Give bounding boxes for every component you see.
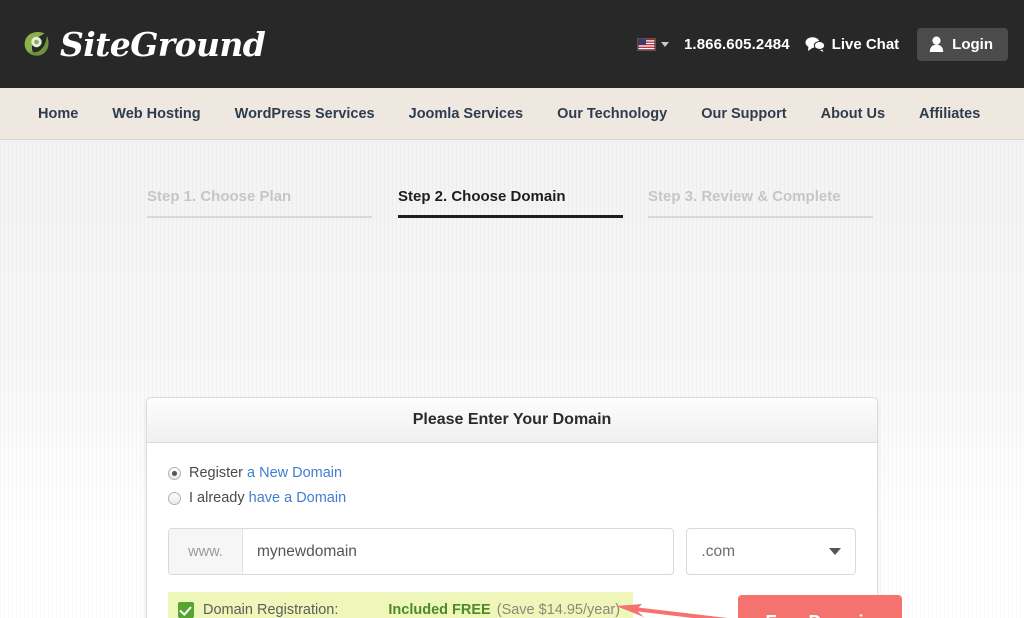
us-flag-icon [636,37,656,51]
nav-item-our-support[interactable]: Our Support [701,106,786,122]
nav-item-about-us[interactable]: About Us [821,106,885,122]
www-prefix-label: www. [169,529,243,574]
tld-selected-value: .com [701,542,735,560]
domain-panel-body: Register a New Domain I already have a D… [147,443,877,618]
nav-item-affiliates[interactable]: Affiliates [919,106,980,122]
live-chat-button[interactable]: Live Chat [805,35,900,53]
login-button[interactable]: Login [917,27,1008,61]
nav-item-web-hosting[interactable]: Web Hosting [112,106,200,122]
domain-input-group: www. [168,528,675,575]
chevron-down-icon [660,41,669,47]
domain-registration-savings: (Save $14.95/year) [496,601,621,618]
siteground-leaf-icon [24,32,49,56]
main-navigation: Home Web Hosting WordPress Services Joom… [0,88,1024,140]
option-existing-domain[interactable]: I already have a Domain [168,490,856,506]
live-chat-label: Live Chat [831,35,900,53]
header-utilities: 1.866.605.2484 Live Chat Login [636,27,1008,61]
free-domain-bar: Domain Registration: Included FREE (Save… [168,592,634,618]
link-a-new-domain[interactable]: a New Domain [247,465,342,481]
domain-name-input[interactable] [243,529,674,574]
callout-text: Free Domain [765,612,874,618]
site-header: SiteGround 1.866.605.2484 Live Chat Logi… [0,0,1024,88]
left-arrow-icon [616,604,728,618]
user-icon [929,36,944,52]
nav-item-joomla-services[interactable]: Joomla Services [409,106,523,122]
free-domain-callout: Free Domain [738,595,902,618]
tld-dropdown[interactable]: .com [686,528,856,575]
checkout-steps: Step 1. Choose Plan Step 2. Choose Domai… [0,140,1024,218]
step-choose-domain[interactable]: Step 2. Choose Domain [398,188,623,218]
radio-register-new-domain[interactable] [168,466,181,480]
option-register-new-domain[interactable]: Register a New Domain [168,465,856,481]
domain-registration-value: Included FREE [388,601,491,618]
link-have-a-domain[interactable]: have a Domain [249,490,347,506]
domain-entry-row: www. .com [168,528,856,575]
chevron-down-icon [829,548,841,555]
nav-item-home[interactable]: Home [38,106,78,122]
page-content: Step 1. Choose Plan Step 2. Choose Domai… [0,140,1024,618]
nav-item-our-technology[interactable]: Our Technology [557,106,667,122]
locale-selector[interactable] [636,37,669,51]
option-register-label: Register [189,465,243,481]
radio-existing-domain[interactable] [168,491,181,505]
logo-text: SiteGround [60,24,266,64]
step-review-complete[interactable]: Step 3. Review & Complete [648,188,873,218]
site-logo[interactable]: SiteGround [20,20,266,68]
nav-item-wordpress-services[interactable]: WordPress Services [235,106,375,122]
domain-panel-header: Please Enter Your Domain [147,398,877,443]
panel-title: Please Enter Your Domain [412,411,612,428]
option-existing-label: I already [189,490,245,506]
domain-panel: Please Enter Your Domain Register a New … [146,397,878,618]
domain-registration-label: Domain Registration: [203,601,339,618]
login-label: Login [952,35,993,53]
checkmark-icon[interactable] [178,601,194,618]
step-choose-plan[interactable]: Step 1. Choose Plan [147,188,372,218]
chat-bubble-icon [805,37,825,52]
phone-number[interactable]: 1.866.605.2484 [684,36,790,53]
